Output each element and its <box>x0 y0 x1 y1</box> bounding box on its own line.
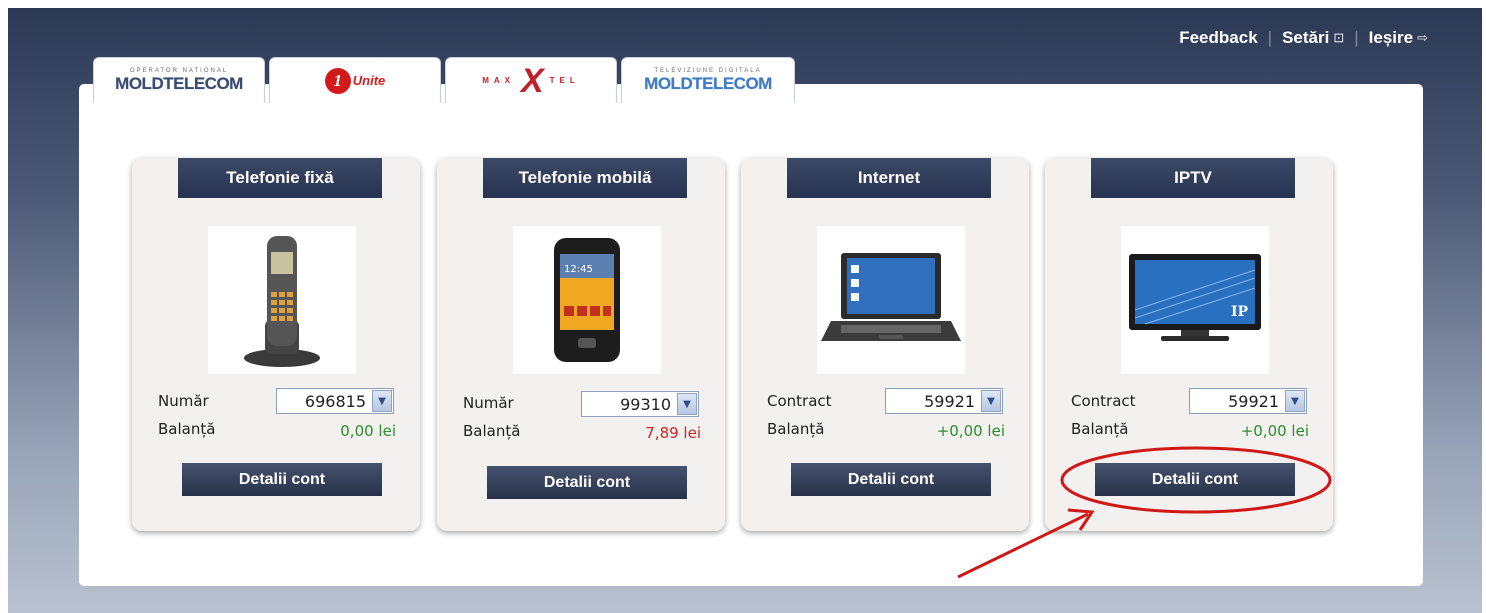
tab-moldtelecom[interactable]: OPERATOR NATIONAL MOLDTELECOM <box>93 57 265 103</box>
chevron-down-icon: ▼ <box>981 390 1001 412</box>
card-internet: Internet Contract 59921 ▼ Balanță +0,00 … <box>741 158 1029 531</box>
card-title: Telefonie mobilă <box>483 158 687 198</box>
contract-select[interactable]: 59921 ▼ <box>1189 388 1307 414</box>
field-label: Contract <box>1071 392 1136 410</box>
field-label: Contract <box>767 392 832 410</box>
contract-select[interactable]: 59921 ▼ <box>885 388 1003 414</box>
tab-moldtelecom-tv[interactable]: TELEVIZIUNE DIGITALA MOLDTELECOM <box>621 57 795 103</box>
balance-value: 0,00 lei <box>340 422 396 440</box>
moldtelecom-tv-logo: MOLDTELECOM <box>644 73 772 93</box>
account-details-button[interactable]: Detalii cont <box>487 466 687 499</box>
settings-box-icon: ⊡ <box>1333 30 1345 45</box>
logout-label: Ieșire <box>1368 28 1414 47</box>
tab-maxtel[interactable]: MAX X TEL <box>445 57 617 103</box>
top-links: Feedback | Setări ⊡ | Ieșire ⇨ <box>1179 28 1428 48</box>
balance-value: 7,89 lei <box>645 424 701 442</box>
tv-badge: IP <box>1231 304 1249 320</box>
chevron-down-icon: ▼ <box>677 393 697 415</box>
card-telefonie-fixa: Telefonie fixă Număr 696815 ▼ Balanță 0,… <box>132 158 420 531</box>
select-value: 696815 <box>304 391 366 411</box>
settings-link[interactable]: Setări ⊡ <box>1282 28 1344 48</box>
tab-unite[interactable]: 1 Unite <box>269 57 441 103</box>
chevron-down-icon: ▼ <box>372 390 392 412</box>
balance-label: Balanță <box>463 422 521 440</box>
card-title: Internet <box>787 158 991 198</box>
unite-logo-text: Unite <box>352 73 386 88</box>
card-title: IPTV <box>1091 158 1295 198</box>
account-details-button[interactable]: Detalii cont <box>182 463 382 496</box>
unite-one-icon: 1 <box>324 67 351 94</box>
balance-label: Balanță <box>767 420 825 438</box>
card-telefonie-mobila: Telefonie mobilă 12:45 Număr 99310 ▼ Bal… <box>437 158 725 531</box>
maxtel-right: TEL <box>549 76 580 85</box>
balance-value: +0,00 lei <box>1240 422 1309 440</box>
balance-label: Balanță <box>1071 420 1129 438</box>
select-value: 59921 <box>924 391 975 411</box>
account-details-button[interactable]: Detalii cont <box>1095 463 1295 496</box>
field-label: Număr <box>158 392 209 410</box>
settings-label: Setări <box>1282 28 1330 47</box>
divider: | <box>1267 28 1273 47</box>
chevron-down-icon: ▼ <box>1285 390 1305 412</box>
balance-label: Balanță <box>158 420 216 438</box>
smartphone-icon: 12:45 <box>513 226 661 374</box>
logout-link[interactable]: Ieșire ⇨ <box>1369 28 1428 48</box>
number-select[interactable]: 99310 ▼ <box>581 391 699 417</box>
unite-logo: 1 Unite <box>324 67 386 94</box>
card-iptv: IPTV IP Contract 59921 ▼ Balanță +0,00 l… <box>1045 158 1333 531</box>
tv-icon: IP <box>1121 226 1269 374</box>
feedback-link[interactable]: Feedback <box>1179 28 1257 48</box>
moldtelecom-logo: MOLDTELECOM <box>115 73 243 93</box>
cordless-phone-icon <box>208 226 356 374</box>
maxtel-left: MAX <box>482 76 515 85</box>
maxtel-logo: MAX X TEL <box>482 61 580 100</box>
select-value: 99310 <box>620 394 671 414</box>
field-label: Număr <box>463 394 514 412</box>
select-value: 59921 <box>1228 391 1279 411</box>
card-title: Telefonie fixă <box>178 158 382 198</box>
maxtel-x: X <box>520 61 544 100</box>
exit-icon: ⇨ <box>1417 30 1428 45</box>
balance-value: +0,00 lei <box>936 422 1005 440</box>
number-select[interactable]: 696815 ▼ <box>276 388 394 414</box>
provider-tabs: OPERATOR NATIONAL MOLDTELECOM 1 Unite MA… <box>93 57 795 104</box>
divider: | <box>1354 28 1359 47</box>
laptop-icon <box>817 226 965 374</box>
svg-text:12:45: 12:45 <box>564 264 593 275</box>
account-details-button[interactable]: Detalii cont <box>791 463 991 496</box>
